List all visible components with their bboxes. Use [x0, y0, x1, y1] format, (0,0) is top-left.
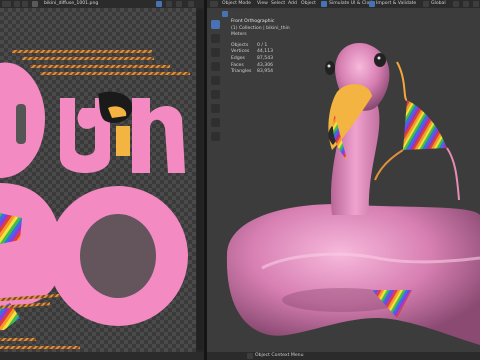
- mouse-icon: [247, 353, 253, 359]
- import-icon[interactable]: [369, 1, 375, 7]
- proportional-edit-icon[interactable]: [463, 1, 469, 7]
- pin-icon[interactable]: [156, 1, 162, 7]
- view-name: Front Orthographic: [231, 19, 275, 24]
- select-extend-icon[interactable]: [230, 11, 236, 17]
- editor-type-icon[interactable]: [210, 1, 218, 7]
- gizmo-icon[interactable]: [176, 1, 182, 7]
- viewport-subheader: [222, 10, 262, 18]
- image-filename[interactable]: bikini_diffuse_1001.png: [44, 1, 98, 7]
- menu-view[interactable]: View: [257, 1, 268, 7]
- addon-simulate-button[interactable]: Simulate UI & Cloth: [329, 1, 374, 7]
- editor-type-icon[interactable]: [2, 1, 11, 7]
- measure-tool-icon[interactable]: [211, 118, 220, 127]
- rotate-tool-icon[interactable]: [211, 62, 220, 71]
- stat-value: 44,113: [257, 49, 274, 55]
- image-canvas[interactable]: [0, 8, 196, 352]
- stat-label: Triangles: [231, 69, 252, 75]
- cursor-tool-icon[interactable]: [211, 34, 220, 43]
- addon-icon[interactable]: [321, 1, 327, 7]
- snap-icon[interactable]: [453, 1, 459, 7]
- menu-select[interactable]: Select: [271, 1, 285, 7]
- stat-label: Faces: [231, 62, 244, 68]
- units-label: Meters: [231, 32, 247, 38]
- image-editor-statusbar: [0, 352, 204, 360]
- menu-object[interactable]: Object: [301, 1, 316, 7]
- viewport-header: Object Mode View Select Add Object Simul…: [207, 0, 480, 8]
- transform-orientation-icon[interactable]: [423, 1, 429, 7]
- add-cube-tool-icon[interactable]: [211, 132, 220, 141]
- move-tool-icon[interactable]: [211, 48, 220, 57]
- bikini-texture-image: [0, 50, 190, 349]
- stat-value: 83,954: [257, 69, 274, 75]
- mode-selector[interactable]: Object Mode: [222, 1, 251, 7]
- select-invert-icon[interactable]: [246, 11, 252, 17]
- view-menu-icon[interactable]: [14, 1, 20, 7]
- image-menu-icon[interactable]: [22, 1, 28, 7]
- transform-tool-icon[interactable]: [211, 90, 220, 99]
- annotate-tool-icon[interactable]: [211, 104, 220, 113]
- sidebar-toggle-icon[interactable]: [188, 1, 194, 7]
- stat-value: 87,543: [257, 55, 274, 61]
- status-hint: Object Context Menu: [255, 353, 304, 358]
- viewport-statusbar: Object Context Menu: [207, 352, 480, 360]
- image-editor-header: bikini_diffuse_1001.png: [0, 0, 204, 8]
- transform-orientation[interactable]: Global: [431, 1, 446, 7]
- stat-value: 43,306: [257, 62, 274, 68]
- stat-label: Vertices: [231, 49, 250, 55]
- stat-label: Edges: [231, 55, 245, 61]
- display-channels-icon[interactable]: [166, 1, 172, 7]
- collection-label: (1) Collection | bikini_thin: [231, 25, 290, 31]
- image-browse-icon[interactable]: [32, 1, 38, 7]
- select-subtract-icon[interactable]: [238, 11, 244, 17]
- menu-add[interactable]: Add: [288, 1, 297, 7]
- addon-import-button[interactable]: Import & Validate: [376, 1, 416, 7]
- stat-value: 0 / 1: [257, 42, 268, 48]
- select-box-icon[interactable]: [222, 11, 228, 17]
- viewport-overlay-text: Front Orthographic (1) Collection | biki…: [231, 19, 290, 75]
- options-icon[interactable]: [473, 1, 479, 7]
- scale-tool-icon[interactable]: [211, 76, 220, 85]
- select-tool-icon[interactable]: [211, 20, 220, 29]
- image-scrollbar-vertical[interactable]: [197, 10, 203, 350]
- stat-label: Objects: [231, 42, 249, 48]
